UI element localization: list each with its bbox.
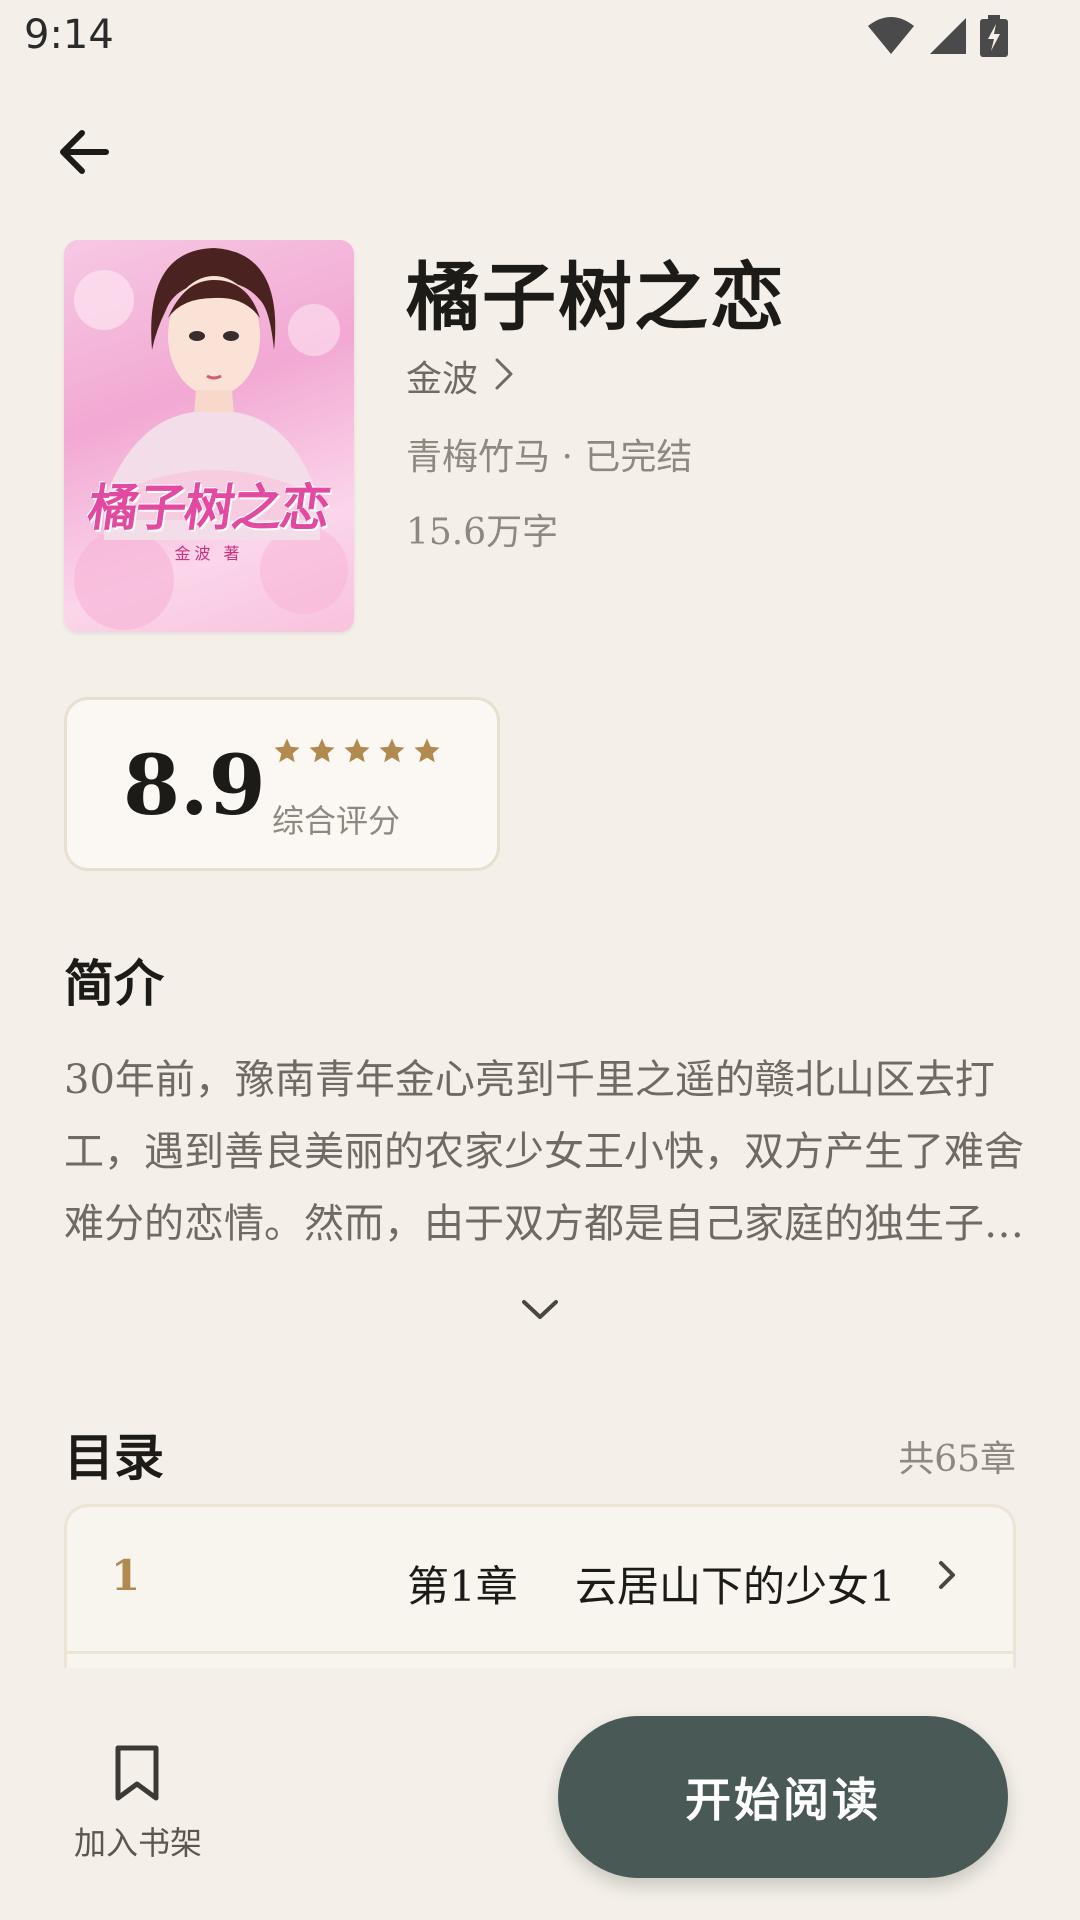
chapter-count: 共65章 bbox=[898, 1439, 1016, 1480]
chapter-row[interactable]: 1 第1章 云居山下的少女1 bbox=[67, 1507, 1013, 1654]
author-link[interactable]: 金波 bbox=[406, 350, 514, 402]
chapter-number: 1 bbox=[111, 1551, 141, 1600]
star-icon bbox=[412, 736, 442, 770]
chevron-right-icon bbox=[937, 1559, 957, 1595]
cover-illustration bbox=[74, 248, 348, 630]
cover-subtitle: 金波 著 bbox=[174, 544, 244, 563]
status-time: 9:14 bbox=[24, 12, 114, 58]
star-icon bbox=[342, 736, 372, 770]
rating-score: 8.9 bbox=[123, 738, 266, 834]
back-button[interactable] bbox=[52, 122, 116, 186]
star-icon bbox=[377, 736, 407, 770]
genre-status: 青梅竹马 · 已完结 bbox=[406, 437, 693, 478]
chevron-down-icon bbox=[520, 1297, 560, 1327]
book-detail-screen: 9:14 橘子树之恋 金波 著 橘子树之恋 金波 青梅竹马 · 已完结 15.6… bbox=[0, 0, 1080, 1920]
chapter-name: 第1章 bbox=[407, 1562, 518, 1611]
chapter-subtitle: 云居山下的少女1 bbox=[575, 1562, 896, 1611]
status-bar: 9:14 bbox=[0, 0, 1080, 72]
star-icon bbox=[307, 736, 337, 770]
rating-stars bbox=[272, 736, 442, 770]
cover-title: 橘子树之恋 bbox=[84, 478, 333, 537]
status-icons bbox=[868, 14, 1008, 58]
star-icon bbox=[272, 736, 302, 770]
rating-card: 8.9 综合评分 bbox=[64, 697, 500, 871]
expand-synopsis-button[interactable] bbox=[516, 1292, 564, 1332]
chevron-right-icon bbox=[494, 357, 514, 395]
synopsis-heading: 简介 bbox=[64, 954, 164, 1013]
bookshelf-label: 加入书架 bbox=[73, 1824, 202, 1862]
book-cover[interactable]: 橘子树之恋 金波 著 bbox=[64, 240, 354, 632]
synopsis-text: 30年前，豫南青年金心亮到千里之遥的赣北山区去打工，遇到善良美丽的农家少女王小快… bbox=[64, 1057, 1024, 1247]
catalog-heading: 目录 bbox=[64, 1428, 164, 1487]
word-count: 15.6万字 bbox=[406, 512, 559, 553]
wifi-icon bbox=[868, 16, 914, 56]
arrow-left-icon bbox=[58, 128, 110, 180]
start-reading-button[interactable]: 开始阅读 bbox=[558, 1716, 1008, 1878]
rating-label: 综合评分 bbox=[272, 802, 401, 840]
cell-signal-icon bbox=[928, 16, 966, 56]
book-title: 橘子树之恋 bbox=[406, 255, 786, 341]
chapter-list: 1 第1章 云居山下的少女1 bbox=[64, 1504, 1016, 1668]
bookmark-icon bbox=[112, 1744, 162, 1806]
add-to-bookshelf-button[interactable]: 加入书架 bbox=[62, 1738, 214, 1862]
author-name: 金波 bbox=[406, 359, 479, 400]
battery-charging-icon bbox=[980, 15, 1008, 57]
